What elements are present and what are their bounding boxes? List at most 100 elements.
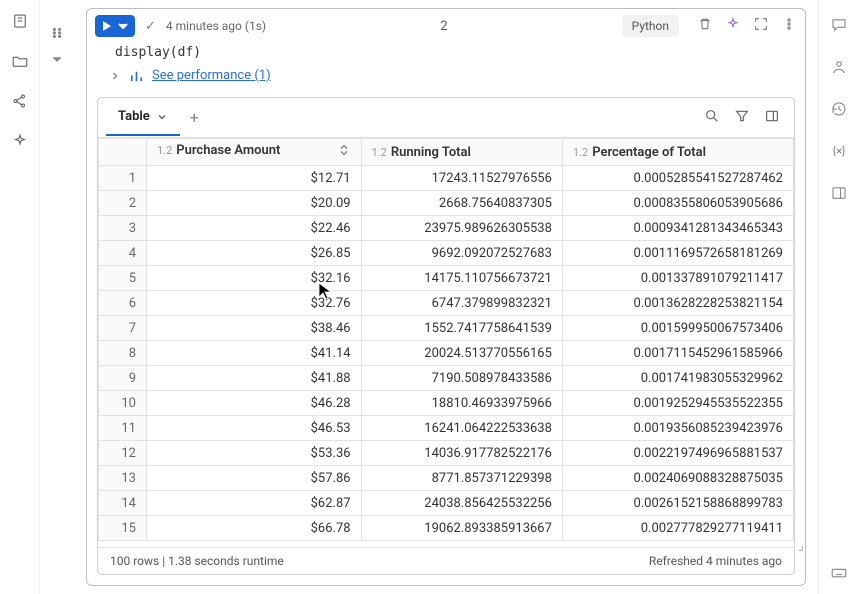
- notebook-icon[interactable]: [11, 12, 29, 34]
- cell-purchase[interactable]: $46.53: [147, 416, 362, 441]
- cell-pct[interactable]: 0.0024069088328875035: [562, 466, 793, 491]
- cell-pct[interactable]: 0.0019356085239423976: [562, 416, 793, 441]
- filter-icon[interactable]: [734, 108, 750, 128]
- cell-purchase[interactable]: $20.09: [147, 191, 362, 216]
- performance-row[interactable]: See performance (1): [87, 64, 805, 91]
- cell-purchase[interactable]: $32.16: [147, 266, 362, 291]
- table-row[interactable]: 5$32.1614175.1107566737210.0013378910792…: [99, 266, 794, 291]
- trash-icon[interactable]: [697, 16, 713, 36]
- cell-running[interactable]: 7190.508978433586: [361, 366, 562, 391]
- cell-running[interactable]: 1552.7417758641539: [361, 316, 562, 341]
- resize-handle-icon[interactable]: ⌟: [797, 538, 804, 554]
- row-number: 11: [99, 416, 147, 441]
- row-number: 13: [99, 466, 147, 491]
- cell-running[interactable]: 8771.857371229398: [361, 466, 562, 491]
- output-tabs: Table +: [98, 98, 794, 138]
- cell-pct[interactable]: 0.001337891079211417: [562, 266, 793, 291]
- variables-icon[interactable]: [830, 142, 848, 164]
- table-row[interactable]: 10$46.2818810.469339759660.0019252945535…: [99, 391, 794, 416]
- cell-purchase[interactable]: $22.46: [147, 216, 362, 241]
- cell-toolbar: ✓ 4 minutes ago (1s) 2 Python: [87, 9, 805, 43]
- cell-pct[interactable]: 0.001741983055329962: [562, 366, 793, 391]
- cell-pct[interactable]: 0.001599950067573406: [562, 316, 793, 341]
- cell-purchase[interactable]: $57.86: [147, 466, 362, 491]
- cell-running[interactable]: 2668.75640837305: [361, 191, 562, 216]
- cell-purchase[interactable]: $38.46: [147, 316, 362, 341]
- sort-icon[interactable]: [337, 143, 351, 161]
- cell-purchase[interactable]: $26.85: [147, 241, 362, 266]
- history-icon[interactable]: [830, 100, 848, 122]
- table-row[interactable]: 7$38.461552.74177586415390.0015999500675…: [99, 316, 794, 341]
- code-line[interactable]: display(df): [87, 43, 805, 64]
- cell-purchase[interactable]: $41.14: [147, 341, 362, 366]
- table-row[interactable]: 15$66.7819062.8933859136670.002777829277…: [99, 516, 794, 541]
- cell-running[interactable]: 9692.092072527683: [361, 241, 562, 266]
- sparkle-icon[interactable]: [11, 132, 29, 154]
- table-row[interactable]: 9$41.887190.5089784335860.00174198305532…: [99, 366, 794, 391]
- right-sidebar: [818, 0, 858, 594]
- cell-running[interactable]: 20024.513770556165: [361, 341, 562, 366]
- table-row[interactable]: 13$57.868771.8573712293980.0024069088328…: [99, 466, 794, 491]
- cell-running[interactable]: 6747.379899832321: [361, 291, 562, 316]
- kebab-icon[interactable]: [781, 16, 797, 36]
- table-row[interactable]: 1$12.7117243.115279765560.00052855415272…: [99, 166, 794, 191]
- cell-pct[interactable]: 0.0011169572658181269: [562, 241, 793, 266]
- table-row[interactable]: 2$20.092668.756408373050.000835580605390…: [99, 191, 794, 216]
- cell-purchase[interactable]: $32.76: [147, 291, 362, 316]
- cell-running[interactable]: 14036.917782522176: [361, 441, 562, 466]
- layout-icon[interactable]: [764, 108, 780, 128]
- table-row[interactable]: 3$22.4623975.9896263055380.0009341281343…: [99, 216, 794, 241]
- run-button[interactable]: [95, 15, 135, 37]
- cell-purchase[interactable]: $41.88: [147, 366, 362, 391]
- folder-icon[interactable]: [11, 52, 29, 74]
- cell-running[interactable]: 24038.856425532256: [361, 491, 562, 516]
- footer-stats: 100 rows | 1.38 seconds runtime: [110, 554, 284, 568]
- comment-icon[interactable]: [830, 16, 848, 38]
- cell-pct[interactable]: 0.0017115452961585966: [562, 341, 793, 366]
- user-icon[interactable]: [830, 58, 848, 80]
- left-sidebar: [0, 0, 40, 594]
- cell-pct[interactable]: 0.0013628228253821154: [562, 291, 793, 316]
- row-number: 7: [99, 316, 147, 341]
- search-icon[interactable]: [704, 108, 720, 128]
- cell-pct[interactable]: 0.0005285541527287462: [562, 166, 793, 191]
- cell-running[interactable]: 17243.11527976556: [361, 166, 562, 191]
- cell-pct[interactable]: 0.0019252945535522355: [562, 391, 793, 416]
- cell-pct[interactable]: 0.0022197496965881537: [562, 441, 793, 466]
- col-running-total[interactable]: 1.2Running Total: [361, 139, 562, 166]
- add-tab-button[interactable]: +: [180, 98, 209, 137]
- cell-running[interactable]: 16241.064222533638: [361, 416, 562, 441]
- cell-pct[interactable]: 0.002777829277119411: [562, 516, 793, 541]
- expand-icon[interactable]: [753, 16, 769, 36]
- language-chip[interactable]: Python: [622, 15, 679, 37]
- cell-purchase[interactable]: $62.87: [147, 491, 362, 516]
- row-number: 4: [99, 241, 147, 266]
- tab-table[interactable]: Table: [106, 99, 180, 136]
- panel-icon[interactable]: [830, 184, 848, 206]
- cell-running[interactable]: 14175.110756673721: [361, 266, 562, 291]
- cell-running[interactable]: 19062.893385913667: [361, 516, 562, 541]
- cell-purchase[interactable]: $12.71: [147, 166, 362, 191]
- cell-purchase[interactable]: $46.28: [147, 391, 362, 416]
- keyboard-icon[interactable]: [830, 564, 848, 586]
- cell-pct[interactable]: 0.0009341281343465343: [562, 216, 793, 241]
- row-number-header[interactable]: [99, 139, 147, 166]
- table-row[interactable]: 8$41.1420024.5137705561650.0017115452961…: [99, 341, 794, 366]
- cell-running[interactable]: 18810.46933975966: [361, 391, 562, 416]
- table-row[interactable]: 4$26.859692.0920725276830.00111695726581…: [99, 241, 794, 266]
- performance-link[interactable]: See performance (1): [152, 68, 271, 83]
- table-row[interactable]: 6$32.766747.3798998323210.00136282282538…: [99, 291, 794, 316]
- cell-running[interactable]: 23975.989626305538: [361, 216, 562, 241]
- col-percentage[interactable]: 1.2Percentage of Total: [562, 139, 793, 166]
- table-row[interactable]: 12$53.3614036.9177825221760.002219749696…: [99, 441, 794, 466]
- table-row[interactable]: 11$46.5316241.0642225336380.001935608523…: [99, 416, 794, 441]
- cell-purchase[interactable]: $53.36: [147, 441, 362, 466]
- cell-pct[interactable]: 0.0026152158868899783: [562, 491, 793, 516]
- cell-purchase[interactable]: $66.78: [147, 516, 362, 541]
- share-icon[interactable]: [11, 92, 29, 114]
- table-row[interactable]: 14$62.8724038.8564255322560.002615215886…: [99, 491, 794, 516]
- assist-icon[interactable]: [725, 16, 741, 36]
- cell-pct[interactable]: 0.0008355806053905686: [562, 191, 793, 216]
- data-grid[interactable]: 1.2Purchase Amount 1.2Running Total 1.2P…: [98, 138, 794, 547]
- col-purchase-amount[interactable]: 1.2Purchase Amount: [147, 139, 362, 166]
